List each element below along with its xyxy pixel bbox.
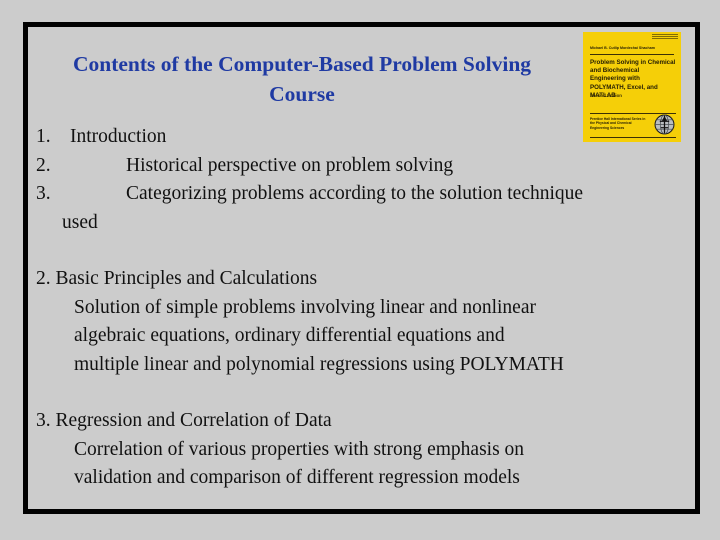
content-frame-inner: Contents of the Computer-Based Problem S… [28, 27, 695, 509]
outline-section-3: 3. Regression and Correlation of Data Co… [36, 407, 696, 493]
cover-divider-bottom [590, 137, 676, 138]
book-edition: Second Edition [590, 93, 622, 98]
list-item-label: Categorizing problems according to the s… [126, 183, 584, 204]
slide-canvas: Contents of the Computer-Based Problem S… [0, 0, 720, 540]
cover-divider-top [590, 54, 674, 55]
list-item-number: 3. [36, 183, 51, 204]
list-item-number: 2. [36, 154, 51, 176]
section-body-line: Correlation of various properties with s… [74, 438, 525, 460]
section-body-line: algebraic equations, ordinary differenti… [74, 325, 505, 346]
content-frame: Contents of the Computer-Based Problem S… [23, 22, 700, 514]
page-title-line-2: Course [269, 82, 335, 106]
list-item-continuation: used [62, 211, 98, 233]
outline-section-2: 2. Basic Principles and Calculations Sol… [36, 265, 696, 379]
list-item-number: 1. [36, 126, 51, 147]
page-title: Contents of the Computer-Based Problem S… [28, 49, 576, 109]
section-heading: 3. Regression and Correlation of Data [36, 410, 332, 431]
list-item: 2. Historical perspective on problem solv… [36, 152, 696, 181]
isbn-barcode [652, 34, 678, 40]
section-body-line: multiple linear and polynomial regressio… [74, 353, 564, 375]
publisher-globe-logo [654, 114, 675, 135]
book-cover-image: Michael B. Cutlip Mordechai Shacham Prob… [583, 32, 681, 142]
list-item-label: Introduction [70, 126, 167, 147]
list-item: 3. Categorizing problems according to the… [36, 180, 696, 209]
section-heading: 2. Basic Principles and Calculations [36, 268, 318, 289]
page-title-line-1: Contents of the Computer-Based Problem S… [72, 52, 532, 76]
section-body-line: validation and comparison of different r… [74, 467, 520, 488]
section-body-line: Solution of simple problems involving li… [74, 296, 536, 318]
book-authors: Michael B. Cutlip Mordechai Shacham [590, 46, 655, 50]
list-item-label: Historical perspective on problem solvin… [126, 154, 454, 176]
book-series: Prentice Hall International Series in th… [590, 117, 646, 130]
outline-body: 1. Introduction 2. Historical perspective … [36, 123, 696, 493]
